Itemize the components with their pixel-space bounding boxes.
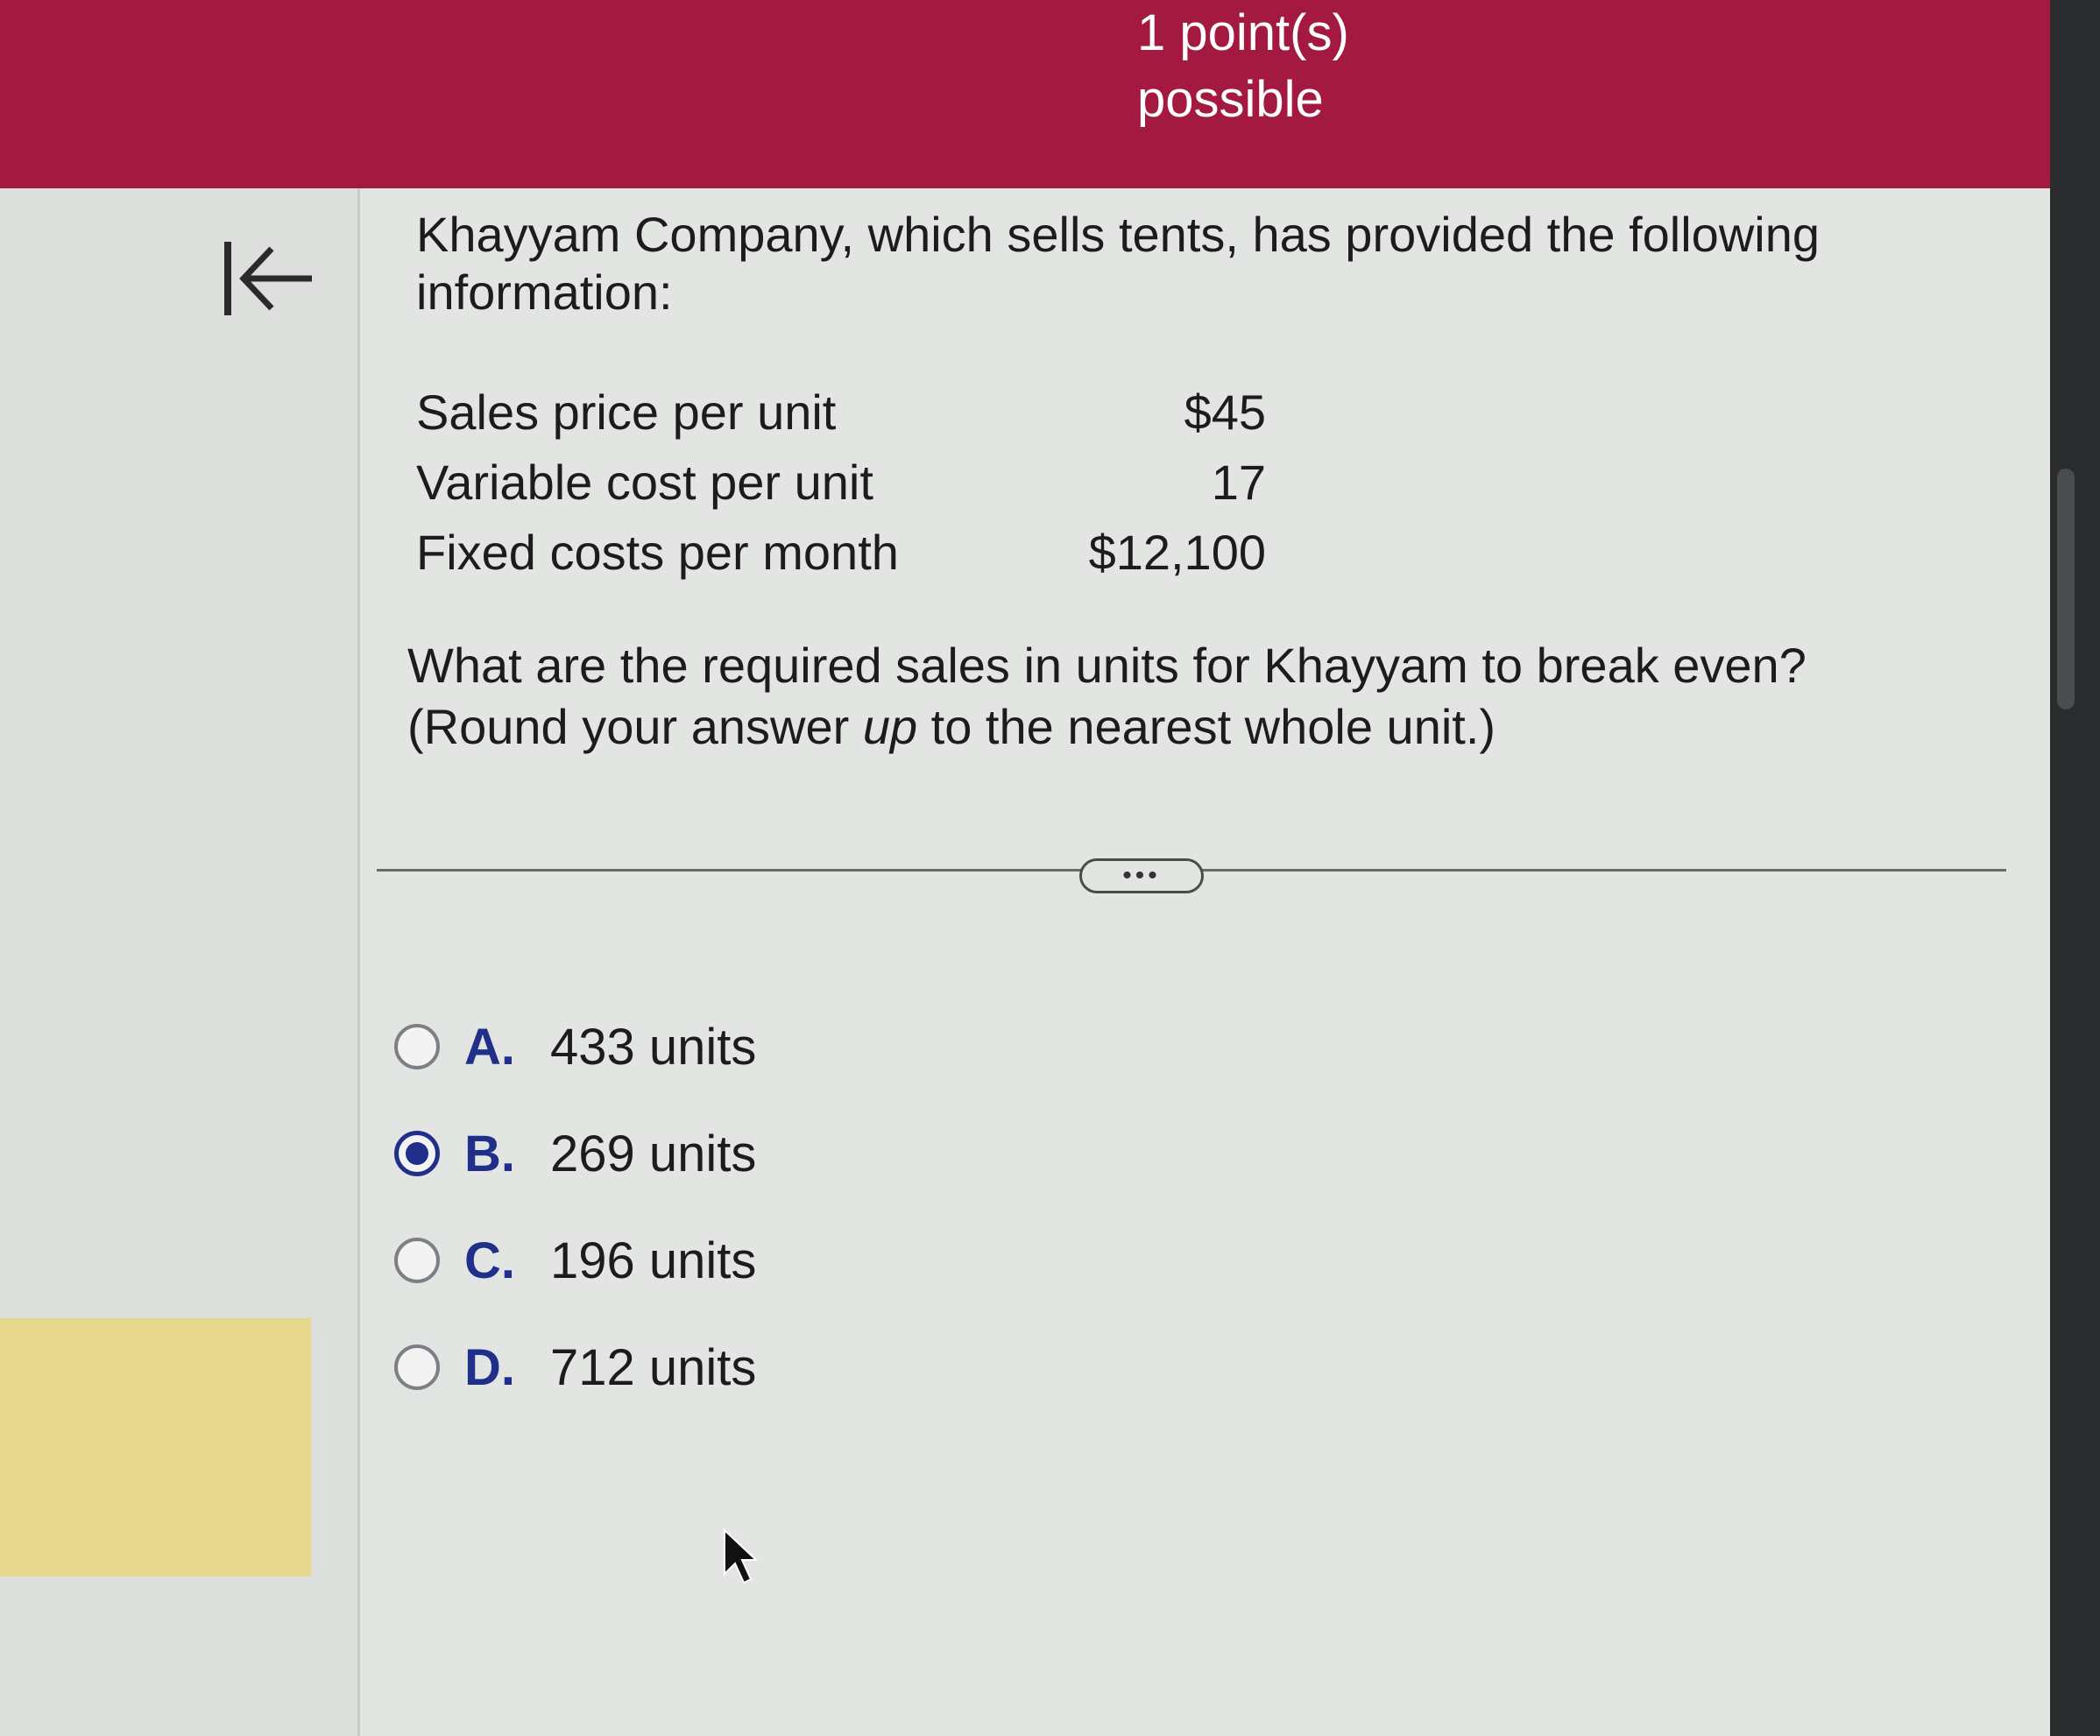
row-label: Fixed costs per month — [416, 524, 899, 580]
screen-edge — [2050, 0, 2100, 1736]
table-row: Fixed costs per month $12,100 — [416, 517, 1266, 587]
option-text: 196 units — [550, 1231, 757, 1289]
back-to-start-icon — [224, 242, 312, 315]
option-letter: A. — [464, 1018, 515, 1076]
radio-button-selected[interactable] — [394, 1131, 440, 1176]
rail-divider — [357, 162, 360, 1736]
row-label: Variable cost per unit — [416, 454, 873, 510]
radio-button[interactable] — [394, 1024, 440, 1069]
mouse-pointer-icon — [724, 1528, 758, 1584]
option-b[interactable]: B. 269 units — [394, 1119, 756, 1189]
points-line-1: 1 point(s) — [1137, 4, 1349, 61]
row-value: 17 — [1211, 454, 1266, 510]
points-line-2: possible — [1137, 71, 1324, 128]
question-intro: Khayyam Company, which sells tents, has … — [416, 207, 1820, 320]
table-row: Sales price per unit $45 — [416, 377, 1266, 447]
question-prompt: What are the required sales in units for… — [407, 635, 1949, 758]
table-row: Variable cost per unit 17 — [416, 447, 1266, 517]
info-table: Sales price per unit $45 Variable cost p… — [416, 377, 1266, 587]
row-value: $12,100 — [1088, 524, 1266, 580]
radio-button[interactable] — [394, 1344, 440, 1390]
option-text: 269 units — [550, 1125, 757, 1182]
option-text: 433 units — [550, 1018, 757, 1076]
prompt-text-end: to the nearest whole unit.) — [917, 699, 1496, 754]
option-c[interactable]: C. 196 units — [394, 1225, 756, 1295]
option-a[interactable]: A. 433 units — [394, 1012, 756, 1082]
option-d[interactable]: D. 712 units — [394, 1332, 756, 1402]
scrollbar-thumb[interactable] — [2057, 469, 2075, 709]
row-label: Sales price per unit — [416, 384, 837, 440]
option-letter: D. — [464, 1338, 515, 1396]
option-letter: C. — [464, 1231, 515, 1289]
back-to-start-button[interactable] — [219, 235, 315, 322]
option-letter: B. — [464, 1125, 515, 1182]
row-value: $45 — [1184, 384, 1266, 440]
prompt-emphasis: up — [862, 699, 918, 754]
radio-button[interactable] — [394, 1238, 440, 1283]
header-bar — [0, 0, 2050, 188]
points-possible: 1 point(s) possible — [1137, 0, 1400, 133]
expand-more-button[interactable]: ••• — [1079, 858, 1204, 893]
current-question-highlight — [0, 1318, 311, 1577]
option-text: 712 units — [550, 1338, 757, 1396]
